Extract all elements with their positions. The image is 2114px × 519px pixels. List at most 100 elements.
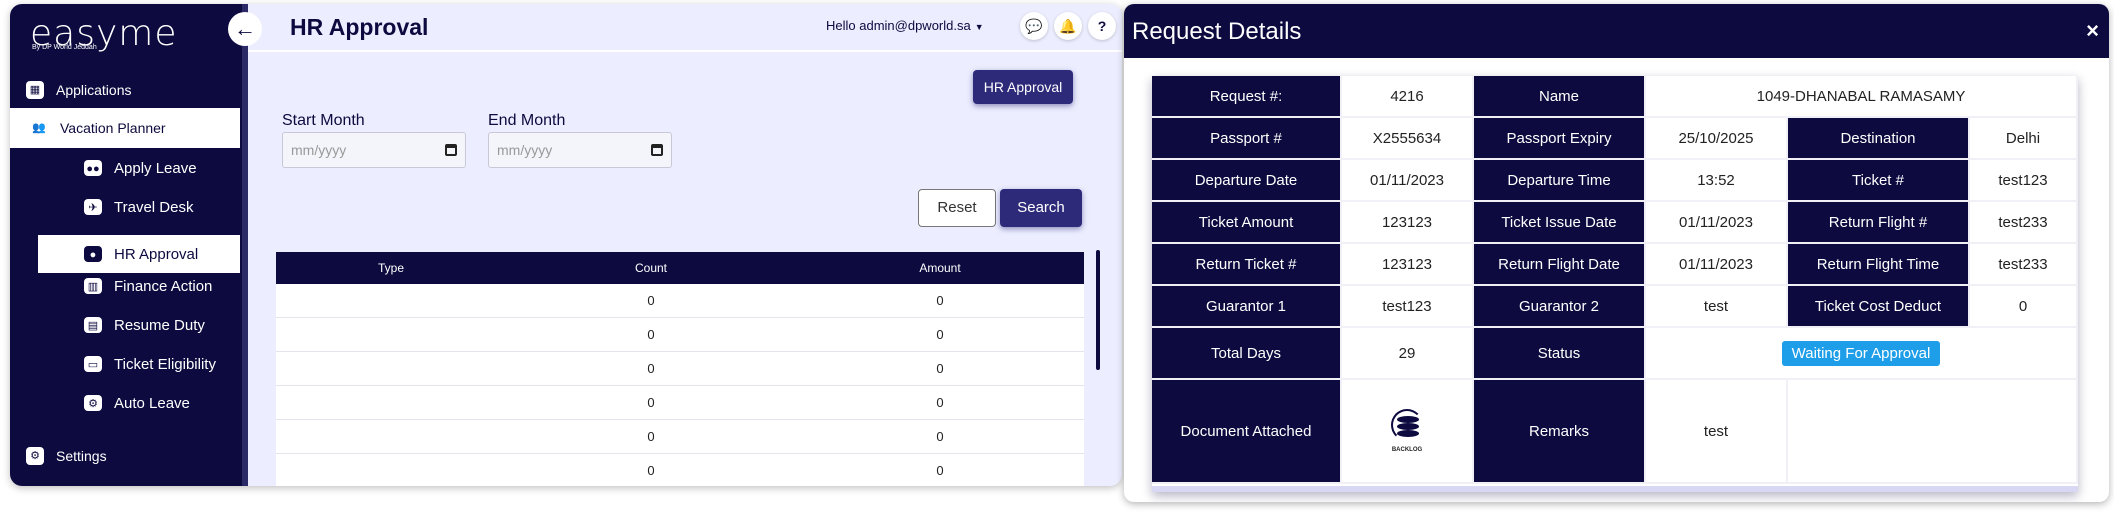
value-ticket-amount: 123123: [1342, 202, 1474, 244]
hr-approval-chip[interactable]: HR Approval: [973, 70, 1073, 104]
remarks-filler: [1788, 380, 2078, 484]
value-passport: X2555634: [1342, 118, 1474, 160]
label-remarks: Remarks: [1474, 380, 1646, 484]
document-caption: BACKLOG: [1391, 447, 1423, 453]
status-badge: Waiting For Approval: [1781, 340, 1941, 366]
sub-nav-auto-leave[interactable]: ⚙ Auto Leave: [84, 389, 190, 417]
label-ticket-amount: Ticket Amount: [1152, 202, 1342, 244]
close-icon[interactable]: ×: [2086, 18, 2099, 44]
sub-nav-ticket-eligibility[interactable]: ▭ Ticket Eligibility: [84, 350, 216, 378]
nav-vacation-planner[interactable]: 👥 Vacation Planner: [10, 108, 240, 148]
value-return-flight-no: test233: [1970, 202, 2078, 244]
person-icon: ●: [84, 246, 102, 262]
sub-nav-label: Ticket Eligibility: [114, 355, 216, 373]
label-ticket-no: Ticket #: [1788, 160, 1970, 202]
cell-amount: 0: [936, 327, 944, 342]
label-departure-time: Departure Time: [1474, 160, 1646, 202]
header-count[interactable]: Count: [506, 261, 796, 275]
value-return-flight-date: 01/11/2023: [1646, 244, 1788, 286]
bell-icon: 🔔: [1059, 18, 1077, 34]
document-cell: BACKLOG: [1342, 380, 1474, 484]
table-row[interactable]: 0 0: [276, 318, 1084, 352]
status-cell: Waiting For Approval: [1646, 328, 2078, 380]
label-document-attached: Document Attached: [1152, 380, 1342, 484]
sidebar: easyme By DP World Jeddah ▦ Applications…: [10, 4, 242, 486]
help-button[interactable]: ?: [1088, 12, 1116, 40]
label-total-days: Total Days: [1152, 328, 1342, 380]
sub-nav-label: Travel Desk: [114, 198, 194, 216]
value-remarks: test: [1646, 380, 1788, 484]
users-icon: ●●: [84, 160, 102, 176]
value-return-ticket-no: 123123: [1342, 244, 1474, 286]
main-content: HR Approval Hello admin@dpworld.sa ▼ 💬 🔔 …: [248, 4, 1122, 486]
sub-nav-finance-action[interactable]: ▥ Finance Action: [84, 272, 212, 300]
question-icon: ?: [1097, 18, 1107, 34]
table-row[interactable]: 0 0: [276, 420, 1084, 454]
start-month-field[interactable]: mm/yyyy: [282, 132, 466, 168]
nav-settings[interactable]: ⚙ Settings: [26, 442, 226, 470]
back-button[interactable]: ←: [228, 12, 262, 46]
top-bar: HR Approval Hello admin@dpworld.sa ▼ 💬 🔔 …: [248, 4, 1122, 52]
end-month-label: End Month: [488, 112, 566, 129]
sub-nav-resume-duty[interactable]: ▤ Resume Duty: [84, 311, 205, 339]
table-row[interactable]: 0 0: [276, 386, 1084, 420]
sub-nav-label: Apply Leave: [114, 159, 197, 177]
reset-button[interactable]: Reset: [918, 189, 996, 227]
start-month-label: Start Month: [282, 112, 365, 129]
label-return-ticket-no: Return Ticket #: [1152, 244, 1342, 286]
search-button[interactable]: Search: [1000, 189, 1082, 227]
document-attachment[interactable]: BACKLOG: [1391, 409, 1423, 453]
value-destination: Delhi: [1970, 118, 2078, 160]
logo-subtitle: By DP World Jeddah: [32, 44, 97, 51]
label-destination: Destination: [1788, 118, 1970, 160]
value-total-days: 29: [1342, 328, 1474, 380]
label-passport: Passport #: [1152, 118, 1342, 160]
value-departure-time: 13:52: [1646, 160, 1788, 202]
sub-nav-apply-leave[interactable]: ●● Apply Leave: [84, 154, 197, 182]
value-ticket-no: test123: [1970, 160, 2078, 202]
plane-icon: ✈: [84, 199, 102, 215]
screen: easyme By DP World Jeddah ▦ Applications…: [0, 0, 2114, 519]
modal-title: Request Details: [1132, 18, 1302, 45]
disk-layer: [1397, 430, 1419, 437]
cell-amount: 0: [936, 293, 944, 308]
table-row[interactable]: 0 0: [276, 352, 1084, 386]
sub-nav-hr-approval[interactable]: ● HR Approval: [84, 240, 198, 268]
grid-scrollbar[interactable]: [1096, 250, 1100, 370]
nav-applications[interactable]: ▦ Applications: [26, 76, 226, 104]
sub-nav-label: Resume Duty: [114, 316, 205, 334]
label-request-no: Request #:: [1152, 76, 1342, 118]
sub-nav-label: HR Approval: [114, 245, 199, 263]
label-passport-expiry: Passport Expiry: [1474, 118, 1646, 160]
cell-amount: 0: [936, 395, 944, 410]
label-status: Status: [1474, 328, 1646, 380]
value-name: 1049-DHANABAL RAMASAMY: [1646, 76, 2078, 118]
cell-count: 0: [647, 361, 655, 376]
end-month-field[interactable]: mm/yyyy: [488, 132, 672, 168]
user-menu[interactable]: Hello admin@dpworld.sa ▼: [826, 18, 984, 33]
cell-count: 0: [647, 463, 655, 478]
grid-header: Type Count Amount: [276, 252, 1084, 284]
value-guarantor-2: test: [1646, 286, 1788, 328]
calendar-icon[interactable]: [651, 144, 663, 156]
value-guarantor-1: test123: [1342, 286, 1474, 328]
chat-button[interactable]: 💬: [1020, 12, 1048, 40]
nav-label: Applications: [56, 82, 132, 98]
request-details-modal: Request Details × Request #: 4216 Name 1…: [1124, 4, 2109, 502]
label-return-flight-date: Return Flight Date: [1474, 244, 1646, 286]
table-row[interactable]: 0 0: [276, 284, 1084, 318]
value-ticket-issue-date: 01/11/2023: [1646, 202, 1788, 244]
bank-icon: ▥: [84, 278, 102, 294]
label-departure-date: Departure Date: [1152, 160, 1342, 202]
sub-nav-travel-desk[interactable]: ✈ Travel Desk: [84, 193, 193, 221]
page-title: HR Approval: [290, 14, 429, 40]
sub-nav-label: Finance Action: [114, 277, 213, 295]
calendar-icon[interactable]: [445, 144, 457, 156]
notifications-button[interactable]: 🔔: [1054, 12, 1082, 40]
header-type[interactable]: Type: [276, 261, 506, 275]
gear-icon: ⚙: [26, 447, 44, 465]
cell-amount: 0: [936, 429, 944, 444]
table-row[interactable]: 0 0: [276, 454, 1084, 486]
header-amount[interactable]: Amount: [796, 261, 1084, 275]
chat-icon: 💬: [1025, 18, 1043, 34]
